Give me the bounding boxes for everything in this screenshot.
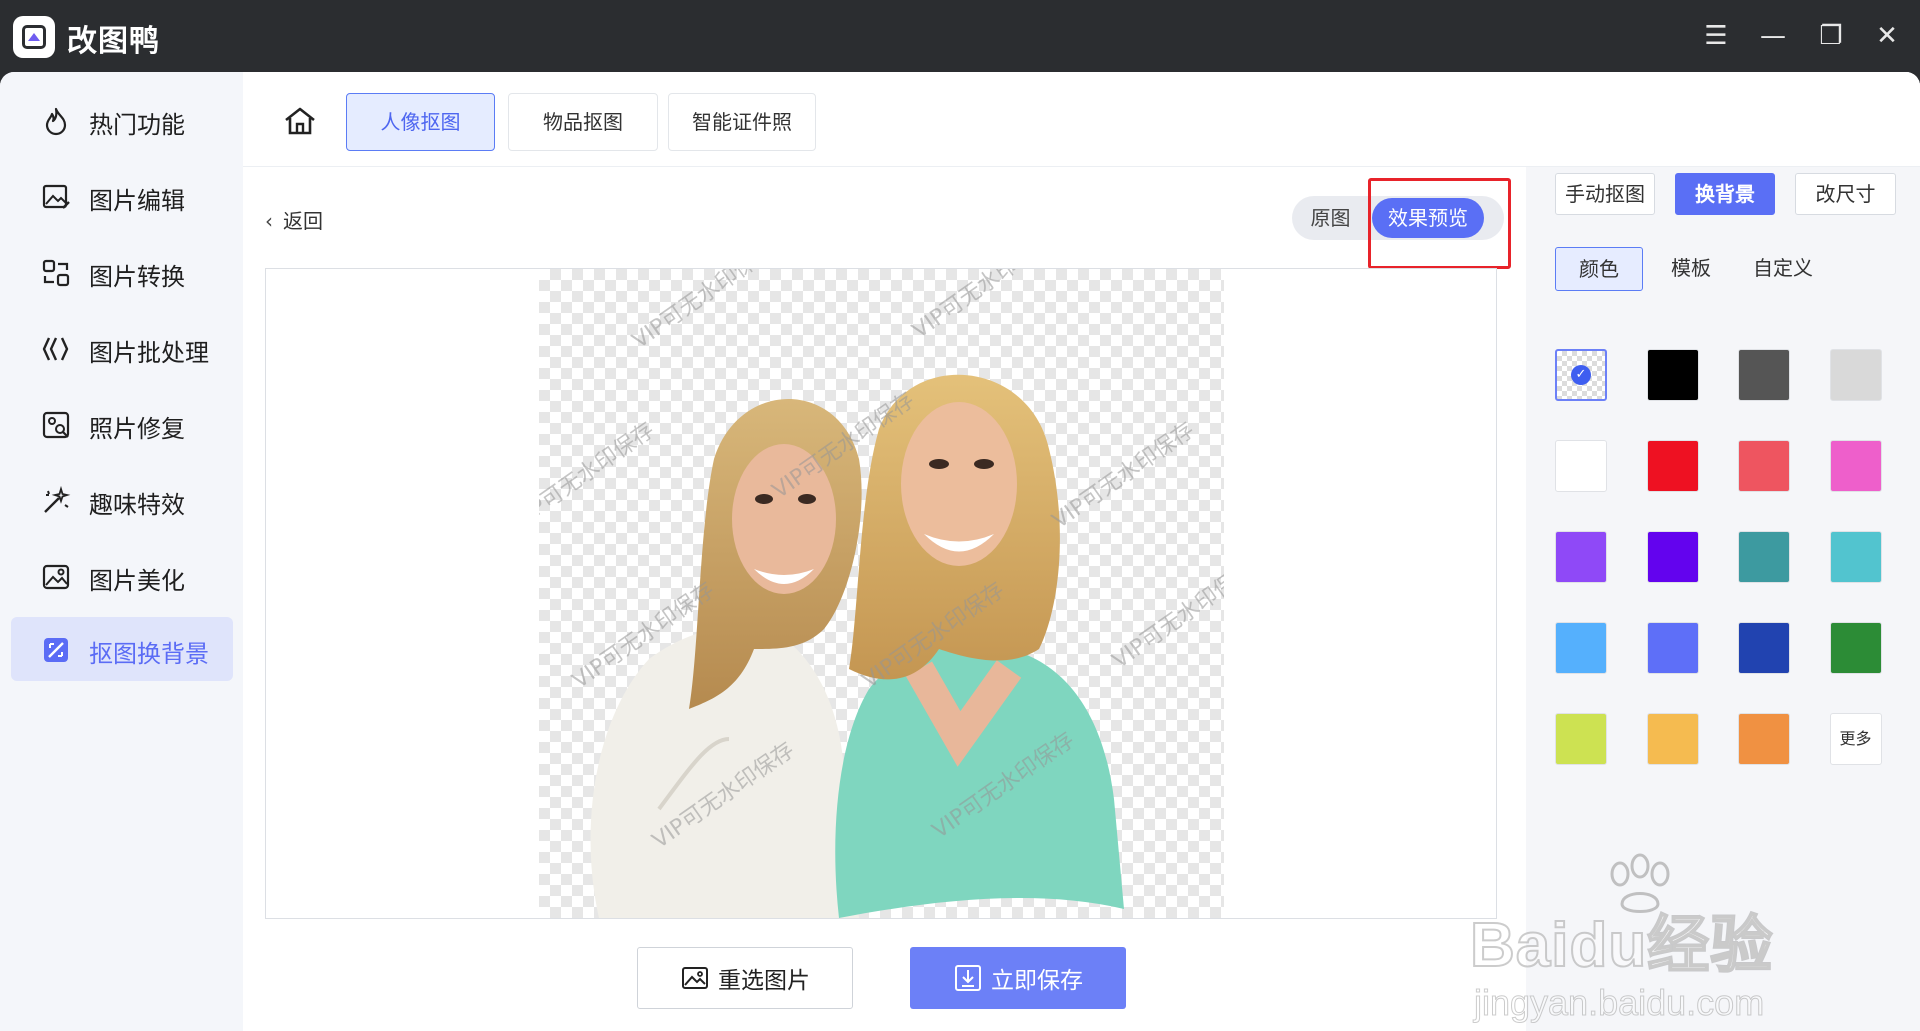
color-swatch[interactable] bbox=[1738, 349, 1790, 401]
app-logo-icon bbox=[13, 16, 55, 58]
close-icon[interactable]: ✕ bbox=[1869, 18, 1905, 54]
tab-color[interactable]: 颜色 bbox=[1555, 247, 1643, 291]
sidebar-item-label: 图片批处理 bbox=[89, 339, 209, 367]
sidebar-item-batch[interactable]: 图片批处理 bbox=[11, 316, 233, 380]
portrait-photo: VIP可无水印保存 VIP可无水印保存 VIP可无水印保存 VIP可无水印保存 … bbox=[539, 269, 1224, 918]
sidebar-item-hot[interactable]: 热门功能 bbox=[11, 88, 233, 152]
cutout-icon bbox=[44, 638, 68, 662]
tab-custom[interactable]: 自定义 bbox=[1739, 247, 1827, 291]
swatch-transparent[interactable]: ✓ bbox=[1555, 349, 1607, 401]
sidebar-item-label: 图片转换 bbox=[89, 263, 185, 291]
color-swatch[interactable] bbox=[1646, 622, 1699, 674]
sidebar-item-effects[interactable]: 趣味特效 bbox=[11, 468, 233, 532]
convert-icon bbox=[42, 259, 70, 287]
cutout-preview-image: VIP可无水印保存 VIP可无水印保存 VIP可无水印保存 VIP可无水印保存 … bbox=[539, 269, 1224, 918]
main-window: 热门功能 图片编辑 图片转换 图片批处理 照片修复 趣味特效 图片美化 抠图换背… bbox=[0, 72, 1920, 1031]
image-edit-icon bbox=[42, 184, 70, 209]
watermark-text: VIP可无水印保存 bbox=[539, 418, 659, 534]
color-swatch[interactable] bbox=[1555, 622, 1607, 674]
watermark-text: VIP可无水印保存 bbox=[1048, 418, 1199, 534]
right-controls: 手动抠图 换背景 改尺寸 颜色 模板 自定义 ✓ 更多 bbox=[1283, 72, 1920, 1031]
sidebar-item-label: 抠图换背景 bbox=[89, 640, 209, 668]
sidebar-item-label: 图片编辑 bbox=[89, 187, 185, 215]
check-icon: ✓ bbox=[1571, 365, 1591, 385]
change-background-button[interactable]: 换背景 bbox=[1675, 173, 1775, 215]
watermark-text: VIP可无水印保存 bbox=[1108, 558, 1224, 674]
more-colors-button[interactable]: 更多 bbox=[1829, 713, 1882, 765]
color-swatch[interactable] bbox=[1738, 622, 1790, 674]
color-swatch[interactable] bbox=[1738, 713, 1790, 765]
color-swatch[interactable] bbox=[1646, 531, 1699, 583]
save-now-button[interactable]: 立即保存 bbox=[910, 947, 1126, 1009]
download-icon bbox=[955, 965, 981, 991]
image-icon bbox=[682, 967, 708, 989]
save-label: 立即保存 bbox=[991, 968, 1083, 994]
color-swatch[interactable] bbox=[1555, 440, 1607, 492]
manual-cutout-button[interactable]: 手动抠图 bbox=[1555, 173, 1655, 215]
tab-id-photo[interactable]: 智能证件照 bbox=[668, 93, 816, 151]
resize-button[interactable]: 改尺寸 bbox=[1795, 173, 1896, 215]
color-swatch[interactable] bbox=[1829, 440, 1882, 492]
color-swatch[interactable] bbox=[1646, 713, 1699, 765]
back-label: 返回 bbox=[283, 209, 323, 233]
beautify-icon bbox=[42, 564, 70, 590]
watermark-text: VIP可无水印保存 bbox=[908, 269, 1059, 344]
minimize-icon[interactable]: — bbox=[1755, 18, 1791, 54]
sidebar-item-label: 照片修复 bbox=[89, 415, 185, 443]
sidebar-item-photo-repair[interactable]: 照片修复 bbox=[11, 392, 233, 456]
tab-template[interactable]: 模板 bbox=[1649, 247, 1733, 291]
color-swatch[interactable] bbox=[1738, 531, 1790, 583]
color-swatch[interactable] bbox=[1829, 622, 1882, 674]
home-icon[interactable] bbox=[283, 106, 317, 136]
reselect-image-button[interactable]: 重选图片 bbox=[637, 947, 853, 1009]
color-swatch[interactable] bbox=[1646, 440, 1699, 492]
sidebar-item-label: 图片美化 bbox=[89, 567, 185, 595]
sidebar-item-beautify[interactable]: 图片美化 bbox=[11, 544, 233, 608]
color-swatch[interactable] bbox=[1555, 531, 1607, 583]
sidebar-item-label: 趣味特效 bbox=[89, 491, 185, 519]
color-swatch[interactable] bbox=[1555, 713, 1607, 765]
sidebar-item-convert[interactable]: 图片转换 bbox=[11, 240, 233, 304]
sidebar-item-cutout[interactable]: 抠图换背景 bbox=[11, 617, 233, 681]
back-button[interactable]: ‹ 返回 bbox=[265, 205, 323, 234]
batch-icon bbox=[42, 337, 69, 361]
chevron-left-icon: ‹ bbox=[265, 209, 273, 233]
tab-object-cutout[interactable]: 物品抠图 bbox=[508, 93, 658, 151]
sidebar-item-label: 热门功能 bbox=[89, 111, 185, 139]
color-swatch[interactable] bbox=[1646, 349, 1699, 401]
color-swatch[interactable] bbox=[1738, 440, 1790, 492]
color-swatch[interactable] bbox=[1829, 531, 1882, 583]
menu-icon[interactable]: ☰ bbox=[1698, 18, 1734, 54]
title-bar: 改图鸭 ☰ — ❐ ✕ bbox=[0, 0, 1920, 72]
color-swatch[interactable] bbox=[1829, 349, 1882, 401]
maximize-icon[interactable]: ❐ bbox=[1813, 18, 1849, 54]
watermark-text: VIP可无水印保存 bbox=[628, 269, 779, 354]
app-title: 改图鸭 bbox=[67, 24, 160, 59]
photo-repair-icon bbox=[42, 411, 70, 439]
reselect-label: 重选图片 bbox=[718, 968, 810, 994]
flame-icon bbox=[45, 107, 67, 136]
sparkle-icon bbox=[44, 486, 71, 513]
sidebar: 热门功能 图片编辑 图片转换 图片批处理 照片修复 趣味特效 图片美化 抠图换背… bbox=[0, 72, 240, 1031]
tab-portrait-cutout[interactable]: 人像抠图 bbox=[346, 93, 495, 151]
sidebar-item-image-edit[interactable]: 图片编辑 bbox=[11, 164, 233, 228]
